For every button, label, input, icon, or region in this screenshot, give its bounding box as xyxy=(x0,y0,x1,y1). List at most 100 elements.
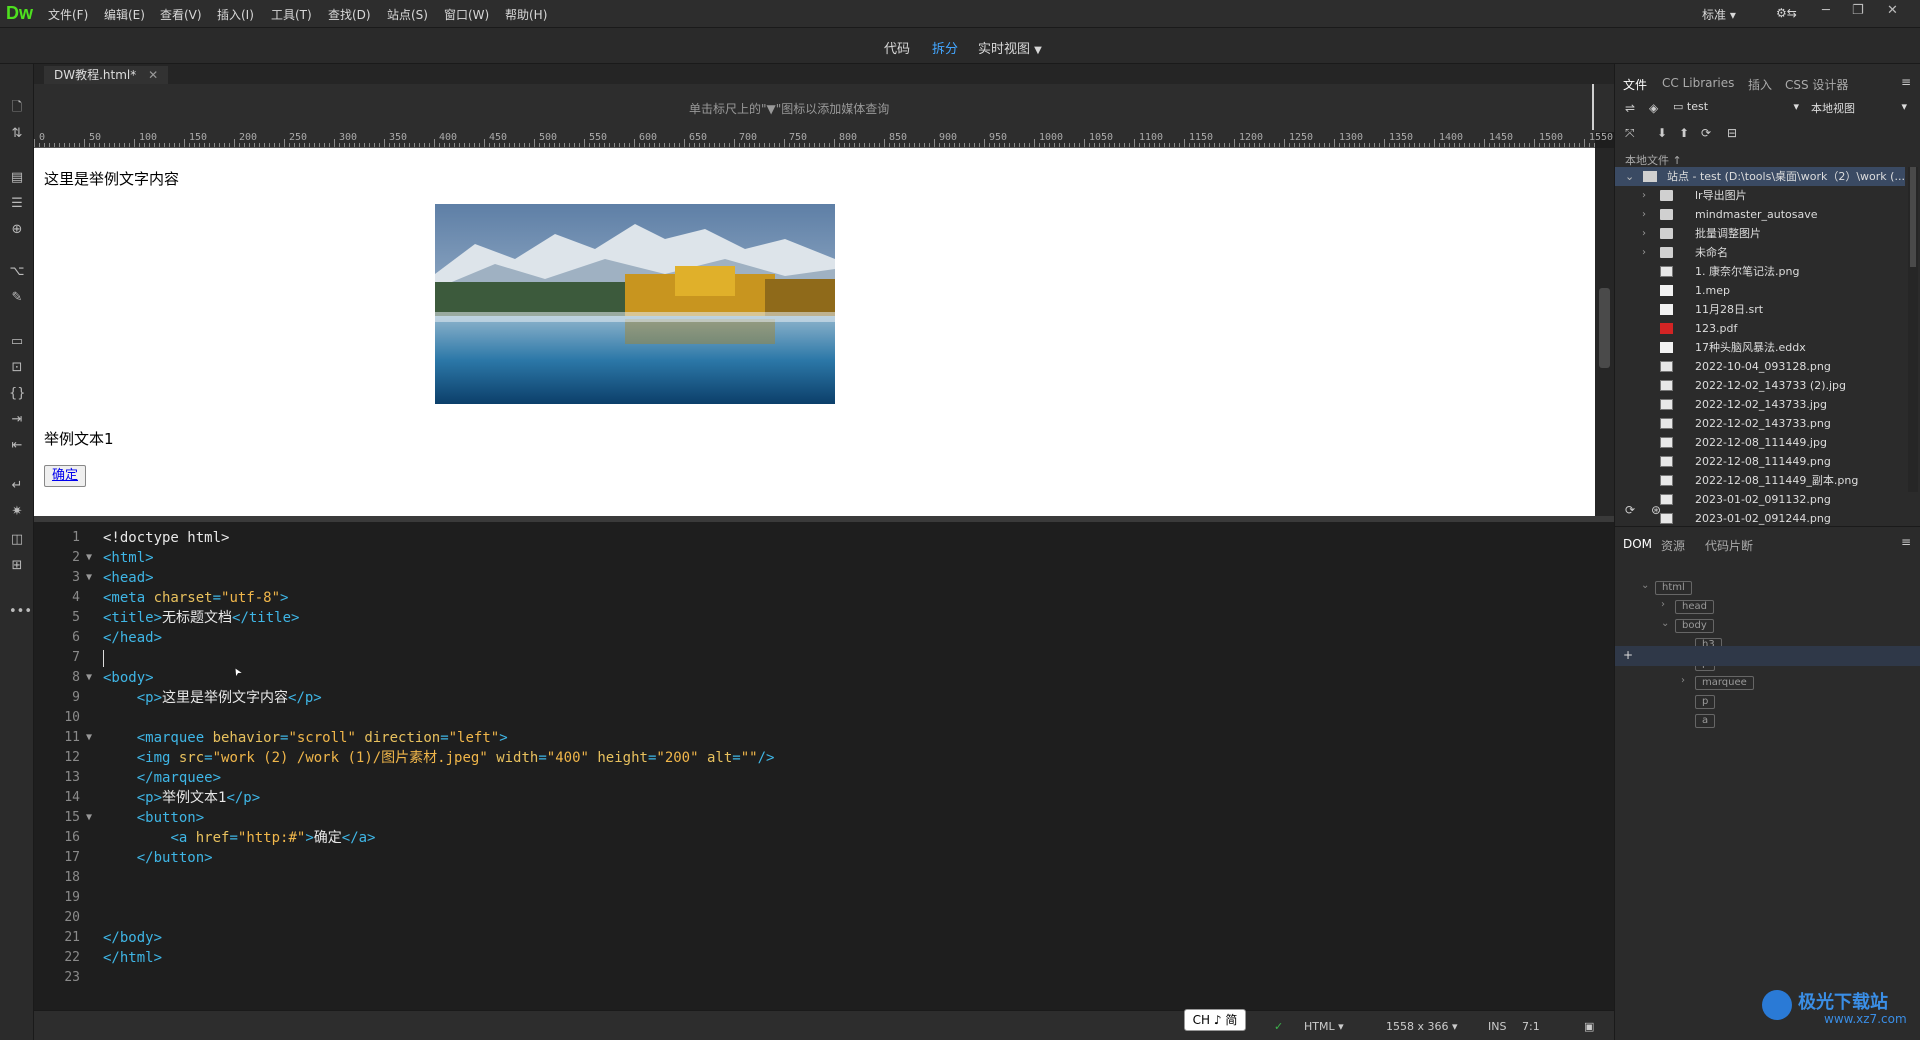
menu-item[interactable]: 帮助(H) xyxy=(505,6,547,23)
file-row[interactable]: › 未命名 xyxy=(1615,243,1905,262)
preview-device-icon[interactable]: ▣ xyxy=(1584,1020,1594,1033)
site-globe-icon[interactable]: ⊛ xyxy=(1651,503,1661,517)
file-row[interactable]: 123.pdf xyxy=(1615,319,1905,338)
dom-toggle-icon[interactable]: ⌄ xyxy=(1661,618,1669,629)
dom-node[interactable]: marquee xyxy=(1695,676,1754,690)
connect-icon[interactable]: ⇌ xyxy=(1625,101,1635,115)
code-line[interactable]: 12 <img src="work (2) /work (1)/图片素材.jpe… xyxy=(34,748,1594,768)
close-tab-icon[interactable]: ✕ xyxy=(148,68,158,82)
document-tab[interactable]: DW教程.html* ✕ xyxy=(44,66,169,84)
confirm-button[interactable]: 确定 xyxy=(44,465,86,487)
code-line[interactable]: 15 ▼ <button> xyxy=(34,808,1594,828)
brush-icon[interactable]: ✎ xyxy=(9,290,25,306)
live-code-icon[interactable]: ▤ xyxy=(9,170,25,186)
scrollbar-thumb[interactable] xyxy=(1599,288,1610,368)
code-line[interactable]: 17 </button> xyxy=(34,848,1594,868)
code-editor[interactable]: 1 <!doctype html> 2 ▼ <html> 3 ▼ <head> 4 <meta c… xyxy=(34,522,1614,1010)
select-parent-icon[interactable]: ⌥ xyxy=(9,264,25,280)
local-files-header[interactable]: 本地文件 ↑ xyxy=(1625,152,1682,168)
restore-icon[interactable]: ❐ xyxy=(1852,3,1864,18)
expand-folder-icon[interactable]: › xyxy=(1642,224,1646,243)
dom-node[interactable]: p xyxy=(1695,695,1716,709)
get-files-icon[interactable]: ⬇ xyxy=(1657,126,1667,140)
window-size-select[interactable]: 1558 x 366 ▾ xyxy=(1386,1020,1458,1033)
file-row[interactable]: 2022-12-08_111449_副本.png xyxy=(1615,471,1905,490)
code-line[interactable]: 10 xyxy=(34,708,1594,728)
tab-insert[interactable]: 插入 xyxy=(1748,76,1772,93)
code-line[interactable]: 22 </html> xyxy=(34,948,1594,968)
doc-type-select[interactable]: HTML ▾ xyxy=(1304,1020,1344,1033)
tab-files[interactable]: 文件 xyxy=(1623,76,1647,93)
wrap-tag-icon[interactable]: ⊡ xyxy=(9,360,25,376)
add-element-icon[interactable]: + xyxy=(1623,648,1633,662)
menu-item[interactable]: 站点(S) xyxy=(387,6,428,23)
more-icon[interactable]: ••• xyxy=(9,604,32,620)
file-row[interactable]: 2022-10-04_093128.png xyxy=(1615,357,1905,376)
file-row[interactable]: 11月28日.srt xyxy=(1615,300,1905,319)
dom-node[interactable]: body xyxy=(1675,619,1714,633)
expand-folder-icon[interactable]: › xyxy=(1642,205,1646,224)
outdent-icon[interactable]: ⇤ xyxy=(9,438,25,454)
live-view-button[interactable]: 实时视图 ▼ xyxy=(978,38,1042,57)
minimize-icon[interactable]: ─ xyxy=(1822,3,1830,18)
live-view[interactable]: 这里是举例文字内容 举例文本1 确定 xyxy=(34,148,1595,516)
code-line[interactable]: 11 ▼ <marquee behavior="scroll" direction… xyxy=(34,728,1594,748)
tab-dom[interactable]: DOM xyxy=(1623,537,1652,551)
site-select[interactable]: ▭ test ▾ xyxy=(1673,100,1803,116)
tab-snippets[interactable]: 代码片断 xyxy=(1705,537,1753,554)
fold-toggle-icon[interactable]: ▼ xyxy=(86,668,92,688)
code-line[interactable]: 23 xyxy=(34,968,1594,988)
code-line[interactable]: 13 </marquee> xyxy=(34,768,1594,788)
code-line[interactable]: 5 <title>无标题文档</title> xyxy=(34,608,1594,628)
code-line[interactable]: 6 </head> xyxy=(34,628,1594,648)
indent-icon[interactable]: ⇥ xyxy=(9,412,25,428)
file-row[interactable]: 2022-12-02_143733.jpg xyxy=(1615,395,1905,414)
fold-toggle-icon[interactable]: ▼ xyxy=(86,548,92,568)
file-row[interactable]: 2022-12-08_111449.jpg xyxy=(1615,433,1905,452)
code-line[interactable]: 21 </body> xyxy=(34,928,1594,948)
panel-menu-icon[interactable]: ≡ xyxy=(1901,75,1911,89)
live-paragraph-2[interactable]: 举例文本1 xyxy=(44,428,114,449)
menu-item[interactable]: 编辑(E) xyxy=(104,6,145,23)
structure-icon[interactable]: ⊞ xyxy=(9,558,25,574)
file-row[interactable]: › mindmaster_autosave xyxy=(1615,205,1905,224)
expand-folder-icon[interactable]: › xyxy=(1642,186,1646,205)
dom-toggle-icon[interactable]: › xyxy=(1681,675,1685,686)
file-row[interactable]: 17种头脑风暴法.eddx xyxy=(1615,338,1905,357)
menu-item[interactable]: 插入(I) xyxy=(217,6,254,23)
live-view-scrollbar[interactable] xyxy=(1595,148,1614,516)
sparkle-icon[interactable]: ✷ xyxy=(9,504,25,520)
file-row[interactable]: 2022-12-02_143733 (2).jpg xyxy=(1615,376,1905,395)
menu-item[interactable]: 文件(F) xyxy=(48,6,88,23)
fold-toggle-icon[interactable]: ▼ xyxy=(86,808,92,828)
code-line[interactable]: 16 <a href="http:#">确定</a> xyxy=(34,828,1594,848)
sync-icon[interactable]: ⟳ xyxy=(1701,126,1711,140)
code-view-button[interactable]: 代码 xyxy=(884,38,910,57)
file-row[interactable]: 1. 康奈尔笔记法.png xyxy=(1615,262,1905,281)
code-line[interactable]: 14 <p>举例文本1</p> xyxy=(34,788,1594,808)
dom-toggle-icon[interactable]: › xyxy=(1661,599,1665,610)
code-line[interactable]: 20 xyxy=(34,908,1594,928)
dom-menu-icon[interactable]: ≡ xyxy=(1901,535,1911,549)
fold-toggle-icon[interactable]: ▼ xyxy=(86,728,92,748)
local-files-icon[interactable]: ⊟ xyxy=(1727,126,1737,140)
live-paragraph-1[interactable]: 这里是举例文字内容 xyxy=(44,168,179,189)
braces-icon[interactable]: {} xyxy=(9,386,26,402)
view-select[interactable]: 本地视图 ▾ xyxy=(1811,100,1911,116)
file-row[interactable]: 2022-12-02_143733.png xyxy=(1615,414,1905,433)
menu-item[interactable]: 查找(D) xyxy=(328,6,371,23)
tab-css-designer[interactable]: CSS 设计器 xyxy=(1785,76,1848,93)
expand-icon[interactable]: ⤧ xyxy=(1625,126,1635,141)
comment-icon[interactable]: ▭ xyxy=(9,334,25,350)
inspect-icon[interactable]: ☰ xyxy=(9,196,25,212)
code-line[interactable]: 7 xyxy=(34,648,1594,668)
menu-item[interactable]: 窗口(W) xyxy=(444,6,489,23)
file-management-icon[interactable]: ⇅ xyxy=(9,126,25,142)
preview-icon[interactable]: ◫ xyxy=(9,532,25,548)
dom-toggle-icon[interactable]: ⌄ xyxy=(1641,580,1649,591)
landscape-image[interactable] xyxy=(435,204,835,404)
split-view-button[interactable]: 拆分 xyxy=(932,38,958,57)
tab-assets[interactable]: 资源 xyxy=(1661,537,1685,554)
code-line[interactable]: 18 xyxy=(34,868,1594,888)
file-row[interactable]: › 批量调整图片 xyxy=(1615,224,1905,243)
